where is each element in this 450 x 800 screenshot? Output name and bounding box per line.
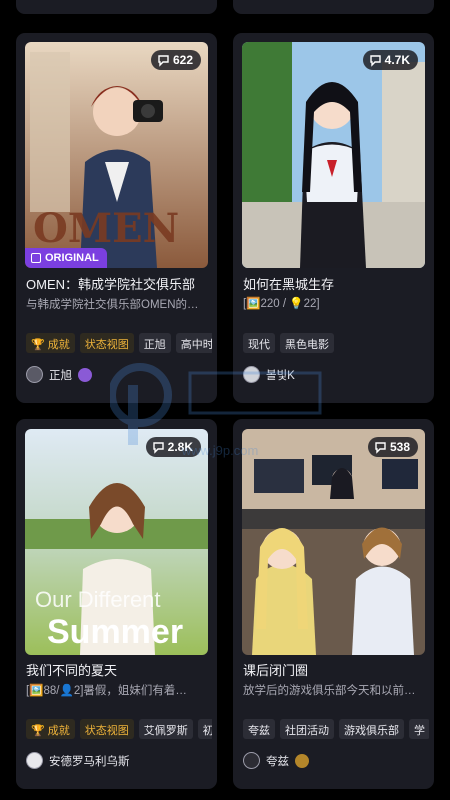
tag-status-view[interactable]: 状态视图 xyxy=(79,719,134,739)
tag-list: 夸兹 社团活动 游戏俱乐部 学 xyxy=(243,719,429,739)
card-art-text: OMEN xyxy=(33,205,179,252)
card-description: 放学后的游戏俱乐部今天和以前… xyxy=(243,685,416,697)
author-row[interactable]: 安德罗马利乌斯 xyxy=(26,752,130,769)
story-card[interactable]: 4.7K 如何在黑城生存 [🖼️220 / 💡22] 现代 黑色电影 볼빛K xyxy=(233,33,434,403)
card-description: [🖼️220 / 💡22] xyxy=(243,298,320,310)
card-art-subtitle: Our Different xyxy=(35,587,161,612)
original-badge: ORIGINAL xyxy=(25,248,107,268)
tag-list: 🏆 成就 状态视图 艾佩罗斯 初 xyxy=(26,719,212,739)
card-thumbnail[interactable]: OMEN 622 ORIGINAL xyxy=(25,42,208,268)
previous-card-stub[interactable] xyxy=(233,0,434,14)
view-count: 538 xyxy=(389,440,410,454)
tag-achievement[interactable]: 🏆 成就 xyxy=(26,719,75,739)
author-row[interactable]: 正旭 xyxy=(26,366,92,383)
author-name: 夸兹 xyxy=(266,755,289,768)
card-description: 与韩成学院社交俱乐部OMEN的… xyxy=(26,299,199,311)
chat-icon xyxy=(369,54,382,67)
avatar xyxy=(26,366,43,383)
view-count-badge: 4.7K xyxy=(362,50,418,70)
avatar xyxy=(243,366,260,383)
story-card[interactable]: 538 课后闭门圈 放学后的游戏俱乐部今天和以前… 夸兹 社团活动 游戏俱乐部 … xyxy=(233,419,434,789)
author-name: 正旭 xyxy=(49,369,72,382)
view-count-badge: 622 xyxy=(150,50,201,70)
card-title[interactable]: 课后闭门圈 xyxy=(243,660,425,679)
view-count: 622 xyxy=(172,53,193,67)
tag-status-view[interactable]: 状态视图 xyxy=(79,333,134,353)
avatar xyxy=(243,752,260,769)
tag-achievement[interactable]: 🏆 成就 xyxy=(26,333,75,353)
original-icon xyxy=(31,253,41,263)
tag[interactable]: 初 xyxy=(197,719,212,739)
card-art-title: Summer xyxy=(47,613,183,651)
tag[interactable]: 夸兹 xyxy=(243,719,275,739)
tag[interactable]: 现代 xyxy=(243,333,275,353)
tag[interactable]: 游戏俱乐部 xyxy=(339,719,404,739)
creator-badge-icon xyxy=(295,753,309,768)
creator-badge-icon xyxy=(78,367,92,382)
chat-icon xyxy=(157,54,170,67)
author-name: 安德罗马利乌斯 xyxy=(49,755,130,768)
tag[interactable]: 社团活动 xyxy=(280,719,334,739)
view-count-badge: 538 xyxy=(367,437,418,457)
avatar xyxy=(26,752,43,769)
story-card[interactable]: Our Different Summer 2.8K 我们不同的夏天 [🖼️88/… xyxy=(16,419,217,789)
original-label: ORIGINAL xyxy=(45,252,99,264)
tag-list: 现代 黑色电影 xyxy=(243,333,429,353)
view-count: 2.8K xyxy=(167,440,193,454)
card-title[interactable]: 如何在黑城生存 xyxy=(243,274,425,293)
card-thumbnail[interactable]: 4.7K xyxy=(242,42,425,268)
author-name: 볼빛K xyxy=(266,369,295,382)
view-count: 4.7K xyxy=(384,53,410,67)
tag-list: 🏆 成就 状态视图 正旭 高中时 xyxy=(26,333,212,353)
tag[interactable]: 学 xyxy=(409,719,429,739)
tag[interactable]: 正旭 xyxy=(138,333,171,353)
chat-icon xyxy=(374,441,387,454)
card-description: [🖼️88/👤2]暑假，姐妹们有着… xyxy=(26,685,187,697)
author-row[interactable]: 夸兹 xyxy=(243,752,309,769)
card-thumbnail[interactable]: Our Different Summer 2.8K xyxy=(25,429,208,655)
card-title[interactable]: OMEN：韩成学院社交俱乐部 xyxy=(26,274,208,293)
card-title[interactable]: 我们不同的夏天 xyxy=(26,660,208,679)
card-thumbnail[interactable]: 538 xyxy=(242,429,425,655)
previous-card-stub[interactable] xyxy=(16,0,217,14)
author-row[interactable]: 볼빛K xyxy=(243,366,295,383)
tag[interactable]: 黑色电影 xyxy=(280,333,334,353)
tag[interactable]: 高中时 xyxy=(175,333,212,353)
story-card[interactable]: OMEN 622 ORIGINAL OMEN：韩成学院社交俱乐部 与韩成学院社交… xyxy=(16,33,217,403)
chat-icon xyxy=(152,441,165,454)
view-count-badge: 2.8K xyxy=(145,437,201,457)
tag[interactable]: 艾佩罗斯 xyxy=(138,719,193,739)
